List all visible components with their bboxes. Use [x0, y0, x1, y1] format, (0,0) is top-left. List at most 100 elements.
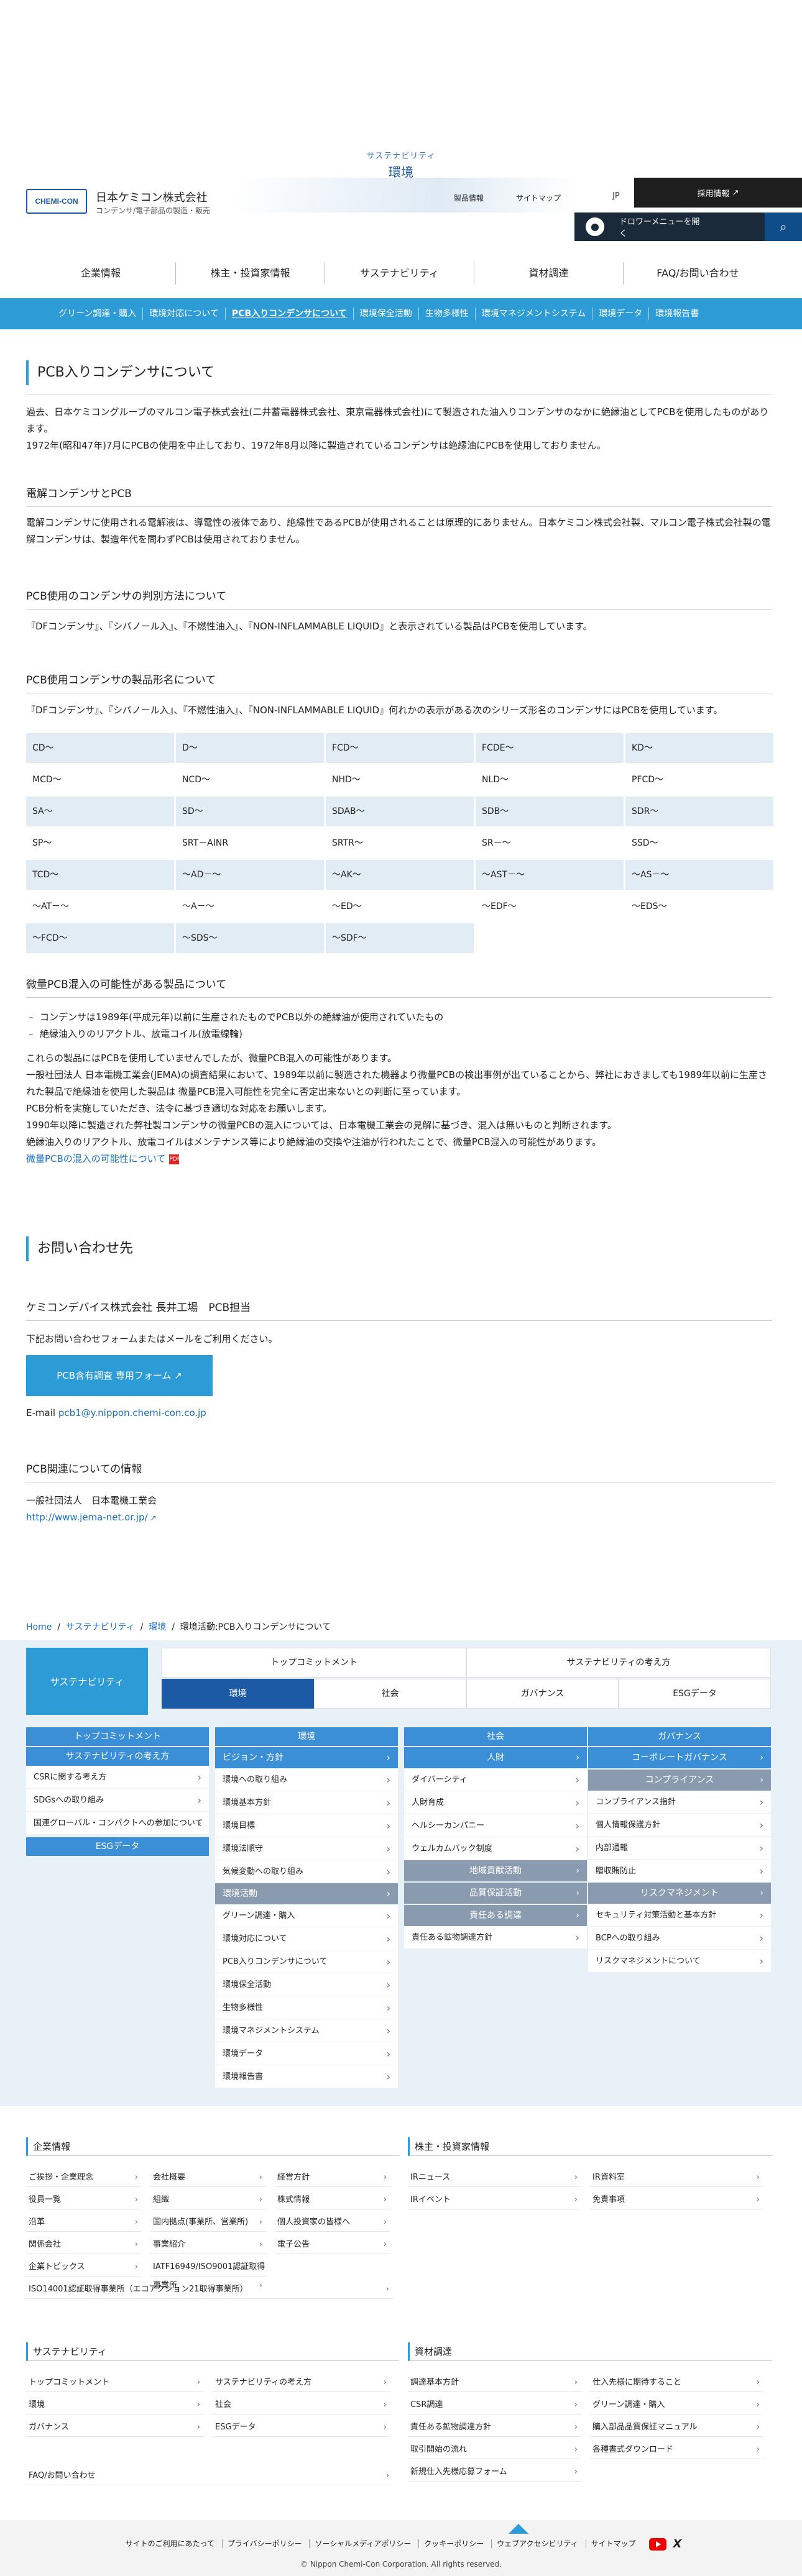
sitemap-item[interactable]: 個人情報保護方針 [588, 1814, 771, 1837]
footer-bottom-link[interactable]: ソーシャルメディアポリシー [309, 2539, 417, 2548]
sitemap-item[interactable]: 環境法順守 [215, 1837, 398, 1860]
tab-governance[interactable]: ガバナンス [466, 1679, 619, 1709]
nav-ir[interactable]: 株主・投資家情報 [175, 262, 325, 285]
tab-esg-data[interactable]: ESGデータ [619, 1679, 771, 1709]
subnav-green[interactable]: グリーン調達・購入 [52, 308, 142, 320]
sitemap-item[interactable]: 国連グローバル・コンパクトへの参加について [26, 1812, 209, 1835]
sitemap-head[interactable]: トップコミットメント [26, 1727, 209, 1746]
sitemap-subhead[interactable]: 品質保証活動 [404, 1883, 587, 1904]
subnav-pcb[interactable]: PCB入りコンデンサについて [224, 308, 353, 320]
sitemap-head[interactable]: ESGデータ [26, 1837, 209, 1856]
breadcrumb-home[interactable]: Home [26, 1622, 52, 1632]
footer-link[interactable]: 沿革 [26, 2213, 142, 2232]
sitemap-item[interactable]: SDGsへの取り組み [26, 1789, 209, 1812]
sitemap-subhead[interactable]: 地域貢献活動 [404, 1860, 587, 1881]
header-link-sitemap[interactable]: サイトマップ [516, 193, 561, 203]
footer-link[interactable]: 電子公告 [275, 2236, 390, 2254]
footer-link[interactable]: CSR調達 [408, 2396, 581, 2414]
sitemap-item[interactable]: グリーン調達・購入 [215, 1904, 398, 1927]
footer-link[interactable]: 経営方針 [275, 2168, 390, 2187]
x-icon[interactable]: X [673, 2537, 681, 2551]
footer-link[interactable]: 会社概要 [150, 2168, 266, 2187]
sitemap-item[interactable]: 内部通報 [588, 1837, 771, 1860]
subnav-ems[interactable]: 環境マネジメントシステム [474, 308, 592, 320]
sitemap-item[interactable]: ヘルシーカンパニー [404, 1814, 587, 1837]
subnav-conservation[interactable]: 環境保全活動 [353, 308, 418, 320]
footer-bottom-link[interactable]: ウェブアクセシビリティ [491, 2539, 583, 2548]
recruit-button[interactable]: 採用情報 ↗ [634, 178, 802, 208]
subnav-env-data[interactable]: 環境データ [592, 308, 648, 320]
footer-link[interactable]: IRイベント [408, 2191, 581, 2209]
footer-link[interactable]: 株式情報 [275, 2191, 390, 2209]
trace-pcb-link[interactable]: 微量PCBの混入の可能性について [26, 1153, 165, 1164]
footer-link[interactable]: グリーン調達・購入 [590, 2396, 763, 2414]
footer-link[interactable]: 企業トピックス [26, 2258, 142, 2277]
sitemap-subhead[interactable]: 責任ある調達 [404, 1905, 587, 1926]
footer-link[interactable]: 関係会社 [26, 2236, 142, 2254]
sitemap-item[interactable]: 責任ある鉱物調達方針 [404, 1926, 587, 1949]
header-link-products[interactable]: 製品情報 [454, 193, 484, 203]
sitemap-item[interactable]: 気候変動への取り組み [215, 1860, 398, 1883]
pcb-form-button[interactable]: PCB含有調査 専用フォーム ↗ [26, 1355, 213, 1396]
footer-link[interactable]: IATF16949/ISO9001認証取得事業所 [150, 2258, 266, 2295]
footer-link[interactable]: 各種書式ダウンロード [590, 2441, 763, 2459]
sitemap-item[interactable]: 人財育成 [404, 1791, 587, 1814]
sitemap-head[interactable]: ガバナンス [588, 1727, 771, 1746]
sitemap-item[interactable]: 環境基本方針 [215, 1791, 398, 1814]
footer-link[interactable]: 調達基本方針 [408, 2373, 581, 2392]
search-icon[interactable]: ⌕ [765, 212, 802, 241]
drawer-menu-button[interactable]: ドロワーメニューを開く [619, 215, 706, 239]
footer-link[interactable]: 社会 [213, 2396, 390, 2414]
subnav-env-report[interactable]: 環境報告書 [648, 308, 705, 320]
sitemap-item[interactable]: セキュリティ対策活動と基本方針 [588, 1904, 771, 1927]
breadcrumb-environment[interactable]: 環境 [149, 1622, 166, 1632]
footer-link[interactable]: IR資料室 [590, 2168, 763, 2187]
footer-link[interactable]: 取引開始の流れ [408, 2441, 581, 2459]
jema-link[interactable]: http://www.jema-net.or.jp/ [26, 1512, 148, 1523]
sitemap-subhead[interactable]: リスクマネジメント [588, 1883, 771, 1904]
sitemap-item[interactable]: 環境目標 [215, 1814, 398, 1837]
email-link[interactable]: pcb1@y.nippon.chemi-con.co.jp [58, 1407, 206, 1418]
nav-faq[interactable]: FAQ/お問い合わせ [623, 262, 772, 285]
footer-link[interactable]: 新規仕入先様応募フォーム [408, 2463, 581, 2482]
sitemap-subhead[interactable]: ビジョン・方針 [215, 1747, 398, 1768]
footer-link[interactable]: ESGデータ [213, 2418, 390, 2437]
footer-link[interactable]: 個人投資家の皆様へ [275, 2213, 390, 2232]
footer-link[interactable]: 責任ある鉱物調達方針 [408, 2418, 581, 2437]
sitemap-subhead[interactable]: コンプライアンス [588, 1770, 771, 1791]
tab-top-commitment[interactable]: トップコミットメント [162, 1648, 466, 1678]
footer-link[interactable]: IRニュース [408, 2168, 581, 2187]
footer-link[interactable]: 免責事項 [590, 2191, 763, 2209]
sitemap-head[interactable]: 社会 [404, 1727, 587, 1746]
back-to-top-icon[interactable] [509, 2524, 528, 2534]
sitemap-subhead[interactable]: 人財 [404, 1747, 587, 1768]
subnav-env-response[interactable]: 環境対応について [142, 308, 225, 320]
footer-link[interactable]: サステナビリティの考え方 [213, 2373, 390, 2392]
sitemap-item[interactable]: CSRに関する考え方 [26, 1766, 209, 1789]
footer-link[interactable]: 環境 [26, 2396, 204, 2414]
sitemap-item[interactable]: 生物多様性 [215, 1996, 398, 2019]
sitemap-item[interactable]: コンプライアンス指針 [588, 1791, 771, 1814]
sitemap-item[interactable]: 環境保全活動 [215, 1973, 398, 1996]
footer-link[interactable]: 国内拠点(事業所、営業所) [150, 2213, 266, 2232]
drawer-menu-bar[interactable]: ● ドロワーメニューを開く ⌕ [574, 212, 802, 241]
tab-environment[interactable]: 環境 [162, 1679, 314, 1709]
nav-corporate[interactable]: 企業情報 [26, 262, 175, 285]
sitemap-item[interactable]: ダイバーシティ [404, 1768, 587, 1791]
sitemap-item[interactable]: ウェルカムバック制度 [404, 1837, 587, 1860]
footer-bottom-link[interactable]: プライバシーポリシー [221, 2539, 307, 2548]
language-switch[interactable]: JP [612, 191, 620, 201]
footer-link-faq[interactable]: FAQ/お問い合わせ [26, 2467, 393, 2485]
footer-link[interactable]: 事業紹介 [150, 2236, 266, 2254]
footer-link[interactable]: ご挨拶・企業理念 [26, 2168, 142, 2187]
nav-sustainability[interactable]: サステナビリティ [325, 262, 474, 285]
tab-sustainability-policy[interactable]: サステナビリティの考え方 [466, 1648, 771, 1678]
subnav-biodiversity[interactable]: 生物多様性 [418, 308, 475, 320]
footer-link[interactable]: 役員一覧 [26, 2191, 142, 2209]
sitemap-item[interactable]: 環境対応について [215, 1927, 398, 1950]
footer-link[interactable]: トップコミットメント [26, 2373, 204, 2392]
sitemap-item[interactable]: BCPへの取り組み [588, 1927, 771, 1950]
sitemap-subhead[interactable]: コーポレートガバナンス [588, 1747, 771, 1768]
footer-link[interactable]: ガバナンス [26, 2418, 204, 2437]
footer-link[interactable]: 仕入先様に期待すること [590, 2373, 763, 2392]
